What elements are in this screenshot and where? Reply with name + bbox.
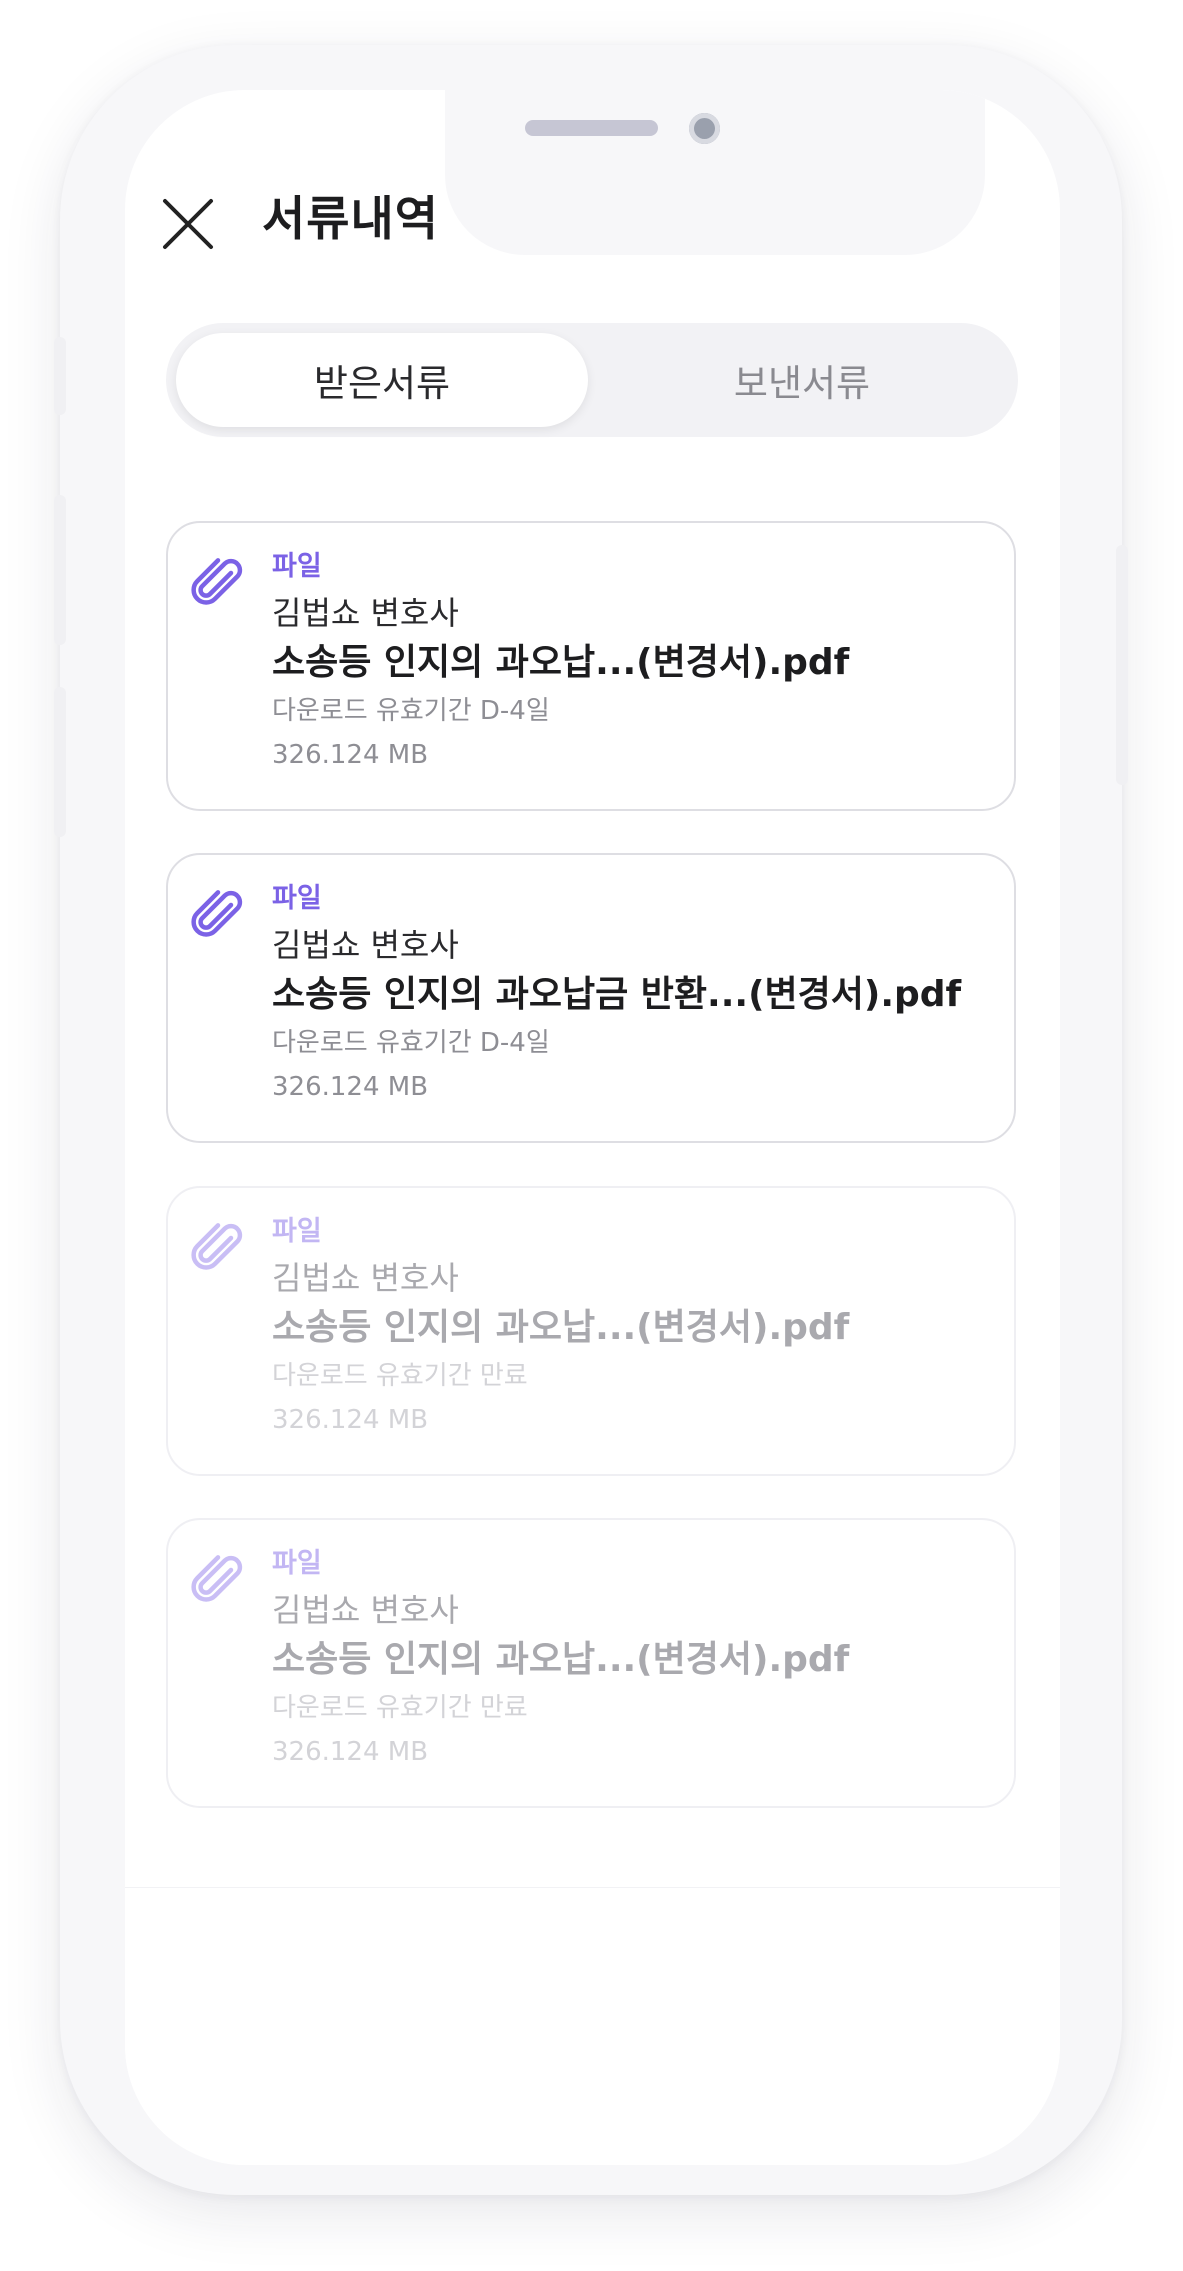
document-filename: 소송등 인지의 과오납...(변경서).pdf	[272, 1639, 850, 1680]
document-filename: 소송등 인지의 과오납금 반환...(변경서).pdf	[272, 974, 962, 1015]
document-type: 파일	[272, 1216, 322, 1247]
file-size: 326.124 MB	[272, 1072, 429, 1102]
document-sender: 김법쇼 변호사	[272, 1591, 459, 1629]
tab-sent[interactable]: 보낸서류	[596, 333, 1008, 427]
file-size: 326.124 MB	[272, 1737, 429, 1767]
paperclip-icon	[191, 1223, 243, 1270]
paperclip-icon	[191, 1555, 243, 1602]
front-camera	[689, 113, 720, 144]
document-card-expired[interactable]: 파일 김법쇼 변호사 소송등 인지의 과오납...(변경서).pdf 다운로드 …	[166, 1186, 1016, 1476]
file-size: 326.124 MB	[272, 740, 429, 770]
side-button	[1116, 545, 1128, 785]
document-card-expired[interactable]: 파일 김법쇼 변호사 소송등 인지의 과오납...(변경서).pdf 다운로드 …	[166, 1518, 1016, 1808]
bottom-area	[125, 1887, 1060, 2165]
side-button	[54, 495, 66, 645]
tab-received[interactable]: 받은서류	[176, 333, 588, 427]
paperclip-icon	[191, 558, 243, 605]
download-expiry: 다운로드 유효기간 D-4일	[272, 696, 550, 726]
document-filename: 소송등 인지의 과오납...(변경서).pdf	[272, 642, 850, 683]
side-button	[54, 687, 66, 837]
speaker-grille	[525, 120, 658, 136]
document-sender: 김법쇼 변호사	[272, 594, 459, 632]
document-filename: 소송등 인지의 과오납...(변경서).pdf	[272, 1307, 850, 1348]
document-type: 파일	[272, 551, 322, 582]
download-expiry: 다운로드 유효기간 만료	[272, 1693, 528, 1723]
document-card[interactable]: 파일 김법쇼 변호사 소송등 인지의 과오납...(변경서).pdf 다운로드 …	[166, 521, 1016, 811]
download-expiry: 다운로드 유효기간 만료	[272, 1361, 528, 1391]
document-type: 파일	[272, 1548, 322, 1579]
document-sender: 김법쇼 변호사	[272, 926, 459, 964]
notch	[445, 90, 985, 255]
document-type: 파일	[272, 883, 322, 914]
file-size: 326.124 MB	[272, 1405, 429, 1435]
close-button[interactable]	[161, 197, 215, 251]
document-card[interactable]: 파일 김법쇼 변호사 소송등 인지의 과오납금 반환...(변경서).pdf 다…	[166, 853, 1016, 1143]
close-icon	[163, 199, 213, 249]
side-button	[54, 337, 66, 415]
document-tabs: 받은서류 보낸서류	[166, 323, 1018, 437]
download-expiry: 다운로드 유효기간 D-4일	[272, 1028, 550, 1058]
paperclip-icon	[191, 890, 243, 937]
page-title: 서류내역	[262, 192, 439, 247]
document-sender: 김법쇼 변호사	[272, 1259, 459, 1297]
